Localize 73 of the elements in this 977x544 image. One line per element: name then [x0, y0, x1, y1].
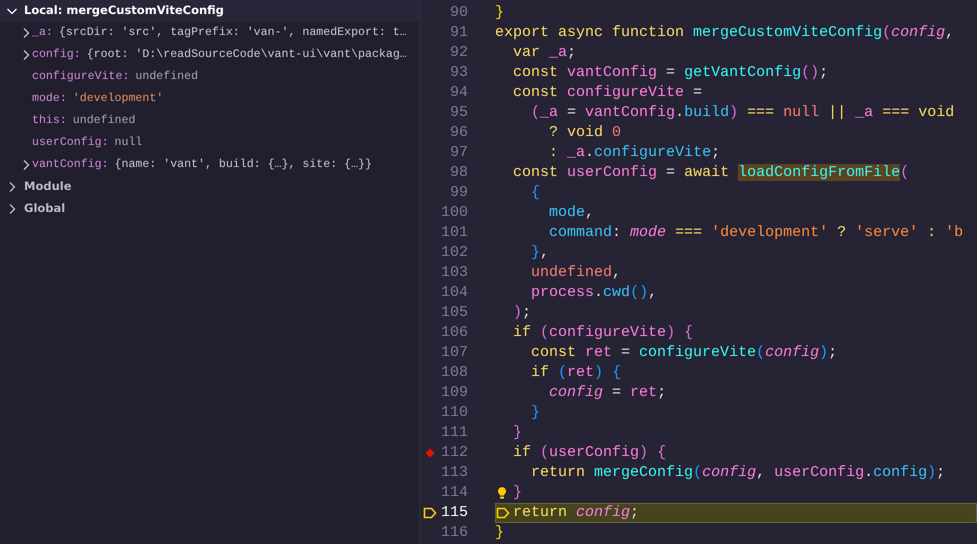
code-line: } — [512, 423, 522, 443]
code-line: : _a.configureVite; — [548, 143, 720, 163]
code-line: var _a; — [512, 43, 576, 63]
line-number: 97 — [448, 143, 468, 163]
scope-label[interactable]: Module — [24, 178, 72, 196]
code-line: export async function mergeCustomViteConfig(config, — [495, 23, 954, 43]
variable-value: {root: 'D:\readSourceCode\vant-ui\vant\packag… — [86, 47, 407, 64]
variable-name: vantConfig: — [32, 157, 109, 174]
code-line: if (configureVite) { — [512, 323, 694, 343]
line-number: 96 — [448, 123, 468, 143]
line-number: 100 — [440, 203, 468, 223]
line-number: 114 — [440, 483, 468, 503]
line-number: 111 — [440, 423, 468, 443]
code-line: mode, — [548, 203, 594, 223]
lightbulb-icon[interactable] — [495, 485, 509, 501]
code-line: return config; — [513, 503, 640, 523]
code-line: }, — [530, 243, 550, 263]
code-line: ); — [512, 303, 532, 323]
code-line: command: mode === 'development' ? 'serve' : 'b — [548, 223, 964, 243]
variable-value: {name: 'vant', build: {…}, site: {…}} — [114, 157, 372, 174]
current-line-pointer-icon — [495, 505, 511, 521]
line-number: 107 — [440, 343, 468, 363]
code-line: } — [495, 523, 504, 543]
code-line: { — [530, 183, 540, 203]
code-line: config = ret; — [548, 383, 666, 403]
variable-value: 'development' — [72, 91, 164, 108]
code-line: (_a = vantConfig.build) === null || _a === void — [530, 103, 954, 123]
code-line: process.cwd(), — [530, 283, 658, 303]
variable-name: _a: — [32, 25, 53, 42]
line-number: 109 — [440, 383, 468, 403]
line-number: 104 — [440, 283, 468, 303]
line-number: 113 — [440, 463, 468, 483]
line-number: 91 — [448, 23, 468, 43]
code-line: } — [495, 3, 504, 23]
code-line: if (userConfig) { — [512, 443, 666, 463]
line-number: 116 — [440, 523, 468, 543]
variable-name: mode: — [32, 91, 67, 108]
variable-value: undefined — [135, 69, 198, 86]
line-number: 99 — [448, 183, 468, 203]
line-number: 103 — [440, 263, 468, 283]
line-number: 108 — [440, 363, 468, 383]
line-number: 112 — [440, 443, 468, 463]
line-number: 115 — [440, 503, 468, 523]
variable-name: configureVite: — [32, 69, 130, 86]
code-line: const ret = configureVite(config); — [530, 343, 838, 363]
breakpoint-icon[interactable] — [424, 447, 436, 459]
line-number: 93 — [448, 63, 468, 83]
scope-label[interactable]: Global — [24, 200, 66, 218]
variable-name: this: — [32, 113, 67, 130]
line-number: 102 — [440, 243, 468, 263]
line-number: 106 — [440, 323, 468, 343]
code-line: const userConfig = await loadConfigFromFile( — [512, 163, 910, 183]
variable-value: undefined — [72, 113, 136, 130]
code-line: return mergeConfig(config, userConfig.config); — [530, 463, 946, 483]
code-line: const vantConfig = getVantConfig(); — [512, 63, 828, 83]
line-number: 101 — [440, 223, 468, 243]
line-number: 98 — [448, 163, 468, 183]
variable-name: config: — [32, 47, 81, 64]
code-line: } — [530, 403, 540, 423]
code-line: undefined, — [530, 263, 622, 283]
line-number: 105 — [440, 303, 468, 323]
line-number: 92 — [448, 43, 468, 63]
code-line: if (ret) { — [530, 363, 622, 383]
variable-name: userConfig: — [32, 135, 109, 152]
code-line: const configureVite = — [512, 83, 702, 103]
line-number: 110 — [440, 403, 468, 423]
code-line: } — [513, 483, 522, 503]
variable-value: null — [114, 135, 142, 152]
code-line: ? void 0 — [548, 123, 622, 143]
variable-value: {srcDir: 'src', tagPrefix: 'van-', namedExport: t… — [58, 25, 407, 42]
line-number: 90 — [448, 3, 468, 23]
line-number: 94 — [448, 83, 468, 103]
line-number: 95 — [448, 103, 468, 123]
